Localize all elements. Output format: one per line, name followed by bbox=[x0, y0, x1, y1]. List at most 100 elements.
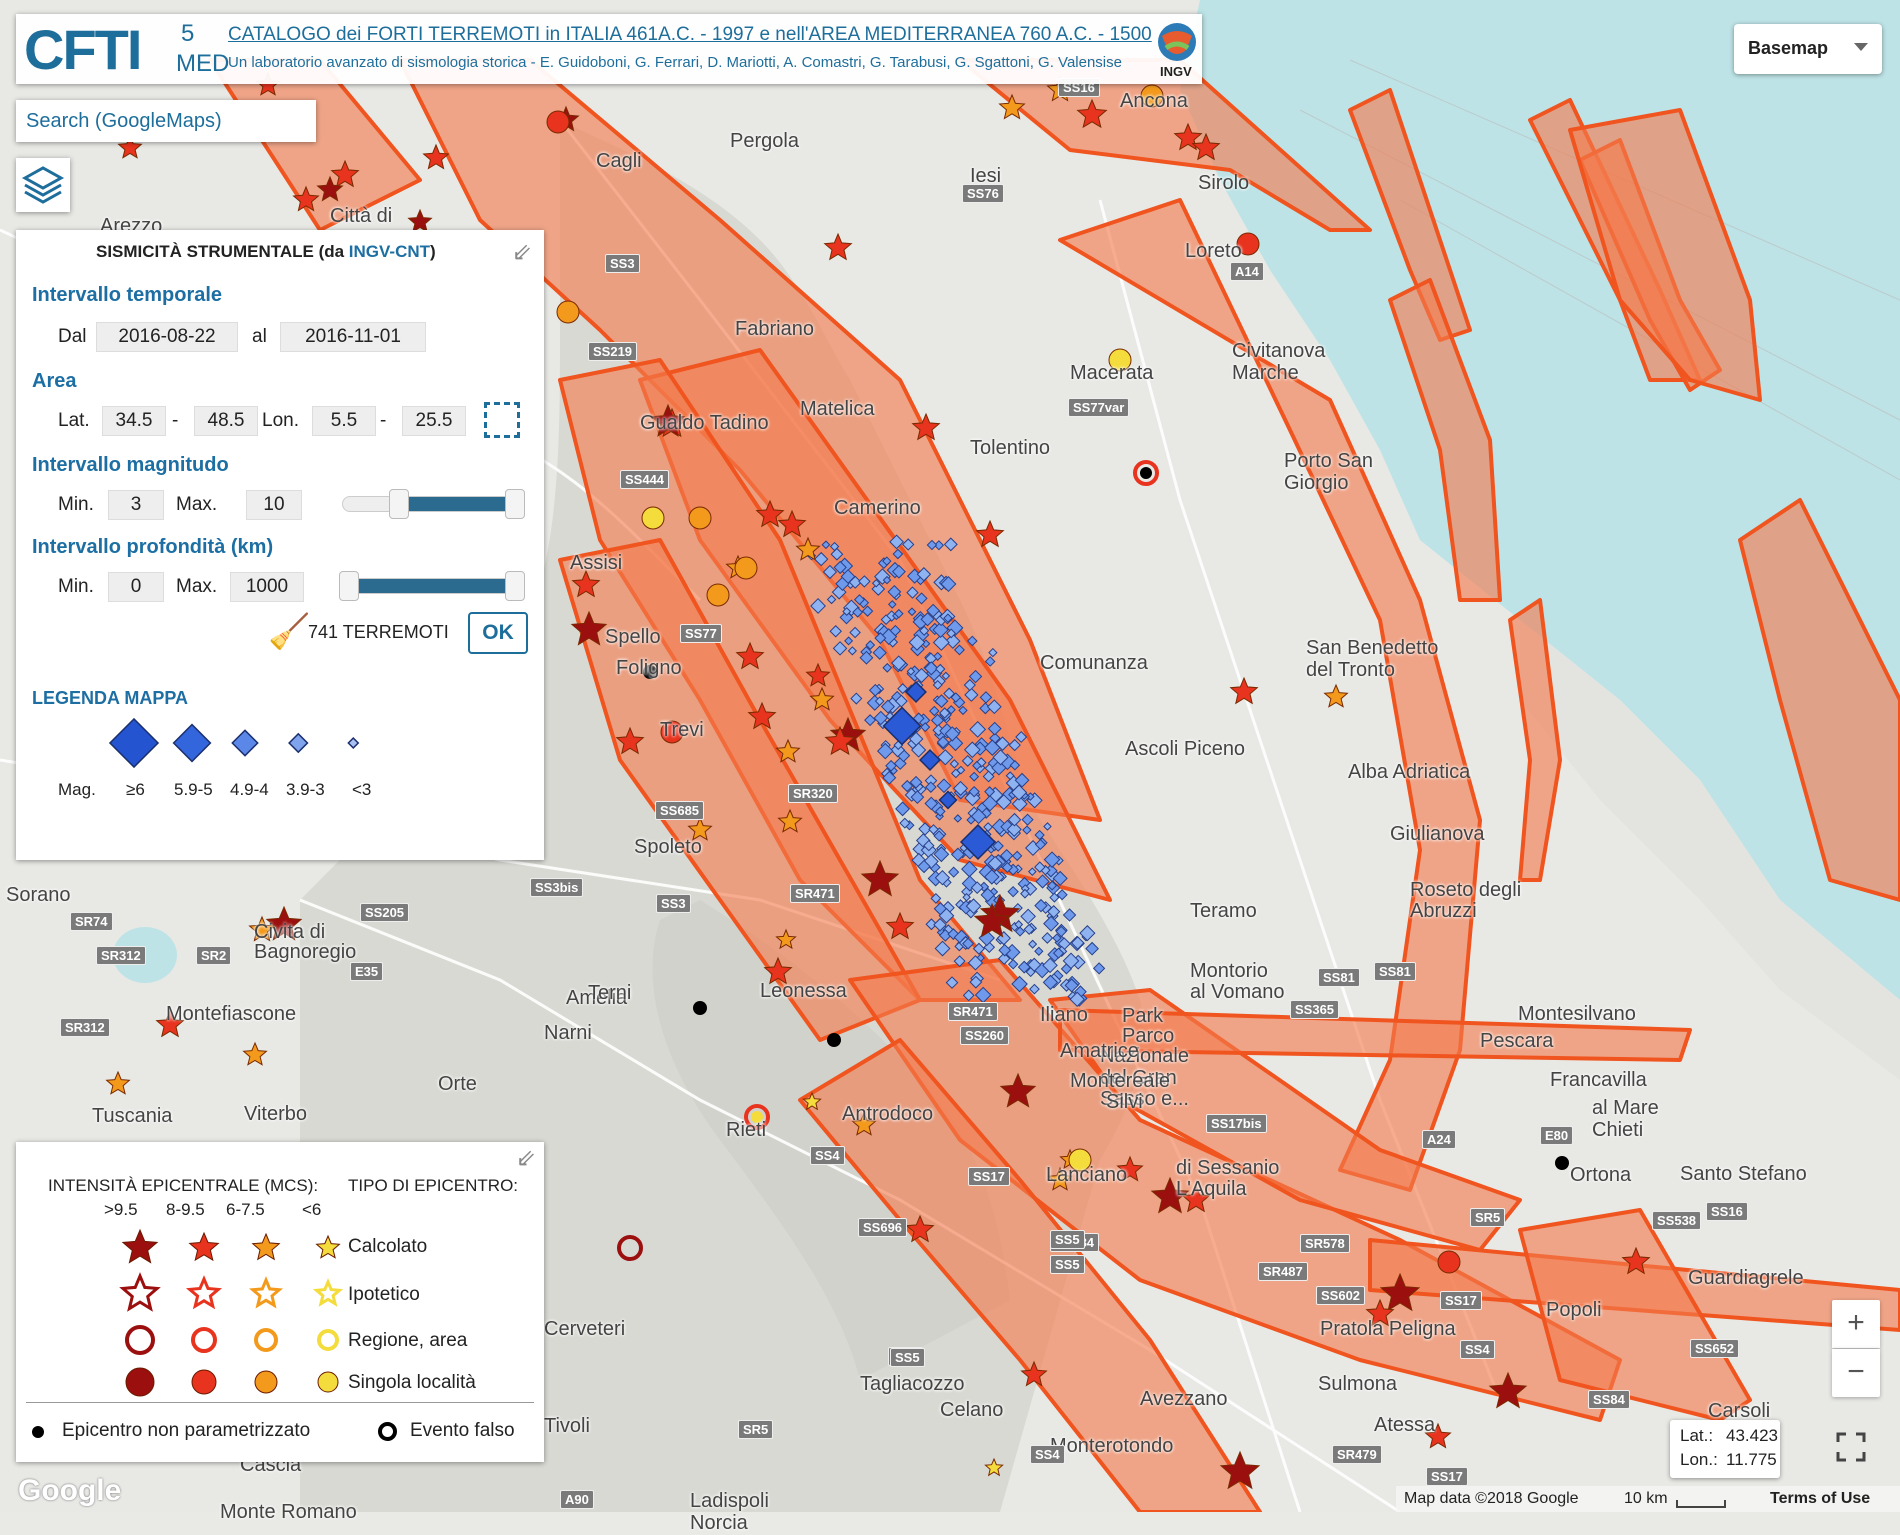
place-label: Spoleto bbox=[634, 836, 702, 858]
non-parametrized-epicenter[interactable] bbox=[827, 1033, 841, 1047]
place-label: Pratola Peligna bbox=[1320, 1318, 1456, 1340]
scale-label: 10 km bbox=[1624, 1490, 1668, 1507]
place-label: Pescara bbox=[1480, 1030, 1554, 1052]
road-shield: SS652 bbox=[1690, 1339, 1740, 1358]
place-label: Sulmona bbox=[1318, 1373, 1397, 1395]
road-shield: SR578 bbox=[1300, 1234, 1350, 1253]
non-parametrized-epicenter[interactable] bbox=[1555, 1156, 1569, 1170]
non-parametrized-epicenter[interactable] bbox=[693, 1001, 707, 1015]
road-shield: SS77 bbox=[680, 624, 722, 643]
depth-max-label: Max. bbox=[176, 576, 218, 597]
road-shield: SR2 bbox=[196, 946, 232, 965]
lon-max-input[interactable]: 25.5 bbox=[402, 406, 466, 436]
place-label: L'Aquila bbox=[1176, 1178, 1247, 1200]
logo-cfti: CFTI bbox=[24, 18, 142, 81]
ok-button[interactable]: OK bbox=[468, 612, 528, 654]
place-label: Celano bbox=[940, 1399, 1004, 1421]
to-label: al bbox=[252, 326, 267, 347]
place-label: Rieti bbox=[726, 1119, 767, 1141]
place-label: Macerata bbox=[1070, 362, 1154, 384]
legend-row-ipotetico: Ipotetico bbox=[348, 1284, 420, 1305]
false-event-label: Evento falso bbox=[410, 1420, 515, 1441]
earthquake-circle-marker[interactable] bbox=[734, 556, 758, 580]
terms-link[interactable]: Terms of Use bbox=[1770, 1490, 1870, 1508]
lon-min-input[interactable]: 5.5 bbox=[312, 406, 376, 436]
magnitude-slider-handle-min[interactable] bbox=[389, 489, 409, 519]
basemap-label: Basemap bbox=[1748, 38, 1829, 58]
lat-dash: - bbox=[172, 410, 179, 431]
place-label: Lanciano bbox=[1046, 1164, 1128, 1186]
date-from-input[interactable]: 2016-08-22 bbox=[96, 322, 238, 352]
place-label: Montereale bbox=[1070, 1070, 1171, 1092]
legend-star-hollow bbox=[312, 1278, 344, 1307]
search-box[interactable]: Search (GoogleMaps) bbox=[16, 100, 316, 142]
place-label: Guardiagrele bbox=[1688, 1267, 1804, 1289]
place-label: Tolentino bbox=[970, 437, 1051, 459]
mag-min-label: Min. bbox=[58, 494, 94, 515]
magnitude-slider[interactable] bbox=[342, 489, 525, 519]
globe-icon bbox=[1158, 23, 1196, 61]
layers-button[interactable] bbox=[16, 158, 70, 212]
place-label: Sirolo bbox=[1198, 172, 1250, 194]
logo-med: MED bbox=[176, 50, 230, 77]
map-footer: Map data ©2018 Google 10 km Terms of Use bbox=[1396, 1486, 1900, 1512]
earthquake-circle-marker[interactable] bbox=[1437, 1250, 1461, 1274]
legend-divider bbox=[26, 1402, 534, 1403]
intensity-class-3: <6 bbox=[302, 1200, 322, 1219]
place-label: Sorano bbox=[6, 884, 71, 906]
place-label: Montefiascone bbox=[166, 1003, 297, 1025]
place-label: Città di bbox=[330, 205, 393, 227]
place-label: Trevi bbox=[660, 719, 704, 741]
legend-ring bbox=[125, 1325, 155, 1355]
ingv-logo[interactable]: INGV bbox=[1156, 20, 1198, 80]
road-shield: SS696 bbox=[858, 1218, 908, 1237]
date-to-input[interactable]: 2016-11-01 bbox=[280, 322, 426, 352]
map-data-credit: Map data ©2018 Google bbox=[1404, 1490, 1579, 1507]
lat-coord-value: 43.423 bbox=[1726, 1426, 1778, 1445]
zoom-in-button[interactable]: + bbox=[1832, 1300, 1880, 1348]
lat-max-input[interactable]: 48.5 bbox=[194, 406, 258, 436]
place-label: Narni bbox=[544, 1022, 592, 1044]
magnitude-slider-handle-max[interactable] bbox=[505, 489, 525, 519]
intensity-legend-panel: ⇙ INTENSITÀ EPICENTRALE (MCS): TIPO DI E… bbox=[16, 1142, 544, 1462]
search-input[interactable]: Search (GoogleMaps) bbox=[26, 110, 222, 133]
area-select-icon[interactable] bbox=[484, 402, 520, 438]
place-label: Ortona bbox=[1570, 1164, 1632, 1186]
fullscreen-button[interactable] bbox=[1836, 1432, 1866, 1462]
depth-slider[interactable] bbox=[339, 571, 525, 601]
road-shield: SR479 bbox=[1332, 1445, 1382, 1464]
broom-icon[interactable]: 🧹 bbox=[268, 612, 310, 652]
road-shield: SR74 bbox=[70, 912, 113, 931]
mag-min-input[interactable]: 3 bbox=[108, 490, 164, 520]
basemap-select[interactable]: Basemap bbox=[1734, 24, 1882, 74]
collapse-icon[interactable]: ⇙ bbox=[512, 238, 532, 267]
earthquake-circle-marker[interactable] bbox=[556, 300, 580, 324]
mag-max-input[interactable]: 10 bbox=[246, 490, 302, 520]
legend-star-filled bbox=[315, 1234, 341, 1259]
intensity-heading: INTENSITÀ EPICENTRALE (MCS): bbox=[48, 1176, 319, 1195]
earthquake-count: 741 TERREMOTI bbox=[308, 622, 449, 642]
ingv-cnt-link[interactable]: INGV-CNT bbox=[349, 242, 430, 261]
lat-coord-label: Lat.: bbox=[1680, 1426, 1714, 1445]
depth-min-input[interactable]: 0 bbox=[108, 572, 164, 602]
earthquake-circle-marker[interactable] bbox=[706, 583, 730, 607]
collapse-icon[interactable]: ⇙ bbox=[516, 1144, 536, 1173]
earthquake-circle-marker[interactable] bbox=[546, 110, 570, 134]
legend-ring bbox=[191, 1327, 217, 1353]
earthquake-circle-marker[interactable] bbox=[641, 506, 665, 530]
lat-min-input[interactable]: 34.5 bbox=[102, 406, 166, 436]
place-label: Santo Stefano bbox=[1680, 1163, 1807, 1185]
road-shield: SS4 bbox=[1030, 1445, 1065, 1464]
depth-slider-handle-max[interactable] bbox=[505, 571, 525, 601]
depth-max-input[interactable]: 1000 bbox=[230, 572, 304, 602]
road-shield: SS4 bbox=[1460, 1340, 1495, 1359]
road-shield: SS5 bbox=[1050, 1255, 1085, 1274]
place-label: Porto San bbox=[1284, 450, 1373, 472]
road-shield: SR487 bbox=[1258, 1262, 1308, 1281]
place-label: Camerino bbox=[834, 497, 921, 519]
place-label: Gualdo Tadino bbox=[640, 412, 769, 434]
earthquake-circle-marker[interactable] bbox=[688, 506, 712, 530]
zoom-out-button[interactable]: − bbox=[1832, 1349, 1880, 1397]
depth-slider-handle-min[interactable] bbox=[339, 571, 359, 601]
place-label: Antrodoco bbox=[842, 1103, 934, 1125]
